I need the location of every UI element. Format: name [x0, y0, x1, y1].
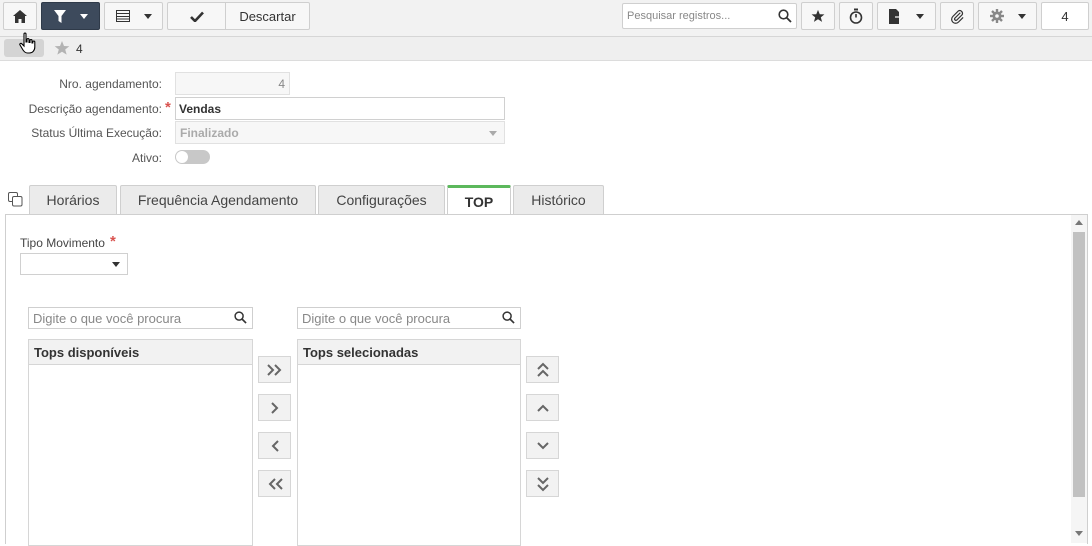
chevron-down-icon[interactable] — [1017, 13, 1026, 19]
breadcrumb-record-id: 4 — [76, 42, 83, 56]
selected-tops-search-input[interactable] — [298, 308, 498, 328]
chevron-down-icon[interactable] — [79, 13, 88, 19]
home-button[interactable] — [3, 2, 37, 30]
move-to-bottom-button[interactable] — [526, 470, 559, 497]
record-count-badge: 4 — [1041, 2, 1089, 30]
move-down-button[interactable] — [526, 432, 559, 459]
timer-button[interactable] — [839, 2, 873, 30]
filter-icon — [53, 9, 66, 23]
chevron-down-icon[interactable] — [143, 13, 152, 19]
export-button[interactable] — [877, 2, 936, 30]
move-right-button[interactable] — [258, 394, 291, 421]
search-icon[interactable] — [778, 9, 792, 23]
search-records-box — [622, 3, 797, 29]
selected-tops-list[interactable]: Tops selecionadas — [297, 339, 521, 546]
save-button[interactable] — [168, 11, 225, 22]
chevron-down-icon — [536, 441, 549, 449]
scroll-up-arrow-icon[interactable] — [1075, 220, 1083, 225]
search-input[interactable] — [623, 4, 773, 28]
scrollbar-thumb[interactable] — [1073, 232, 1085, 497]
status-ultima-execucao-value: Finalizado — [180, 126, 239, 140]
settings-button[interactable] — [978, 2, 1037, 30]
tab-horarios[interactable]: Horários — [29, 185, 117, 214]
star-icon — [811, 9, 825, 22]
tipo-movimento-select[interactable] — [20, 253, 128, 275]
cursor-hand-icon — [19, 32, 36, 54]
favorite-button[interactable] — [801, 2, 835, 30]
search-icon[interactable] — [234, 311, 247, 324]
check-icon — [189, 11, 204, 22]
double-chevron-up-icon — [536, 362, 549, 377]
selected-tops-header: Tops selecionadas — [298, 340, 520, 365]
descricao-agendamento-label: Descrição agendamento: — [28, 102, 162, 116]
ativo-label: Ativo: — [131, 151, 162, 165]
chevron-down-icon — [489, 131, 497, 136]
chevron-down-icon — [112, 262, 120, 267]
panel-scrollbar[interactable] — [1071, 215, 1087, 543]
tab-configuracoes[interactable]: Configurações — [318, 185, 445, 214]
chevron-right-icon — [270, 401, 278, 414]
nro-agendamento-label: Nro. agendamento: — [59, 77, 162, 91]
chevron-down-icon[interactable] — [916, 13, 924, 19]
scroll-down-arrow-icon[interactable] — [1075, 531, 1083, 536]
double-chevron-down-icon — [536, 476, 549, 491]
table-icon — [115, 10, 130, 22]
discard-button[interactable]: Descartar — [226, 9, 309, 24]
status-ultima-execucao-select: Finalizado — [175, 121, 505, 144]
double-chevron-right-icon — [266, 363, 281, 376]
available-tops-search — [28, 307, 253, 329]
required-marker: * — [165, 99, 171, 116]
available-tops-search-input[interactable] — [29, 308, 229, 328]
grid-view-button[interactable] — [104, 2, 163, 30]
tab-top[interactable]: TOP — [447, 185, 511, 215]
move-up-button[interactable] — [526, 394, 559, 421]
nro-agendamento-value: 4 — [278, 77, 285, 91]
tab-frequencia-agendamento[interactable]: Frequência Agendamento — [120, 185, 316, 214]
save-discard-group: Descartar — [167, 2, 310, 30]
filter-button[interactable] — [41, 2, 100, 30]
move-left-button[interactable] — [258, 432, 291, 459]
move-all-right-button[interactable] — [258, 356, 291, 383]
available-tops-header: Tops disponíveis — [29, 340, 252, 365]
file-export-icon — [889, 8, 902, 24]
tipo-movimento-label: Tipo Movimento — [20, 236, 105, 250]
stopwatch-icon — [849, 8, 863, 24]
breadcrumb: 4 — [0, 32, 1092, 61]
status-ultima-execucao-label: Status Última Execução: — [31, 126, 162, 140]
ativo-toggle[interactable] — [175, 150, 210, 164]
search-icon[interactable] — [502, 311, 515, 324]
move-all-left-button[interactable] — [258, 470, 291, 497]
main-toolbar: Descartar 4 — [0, 0, 1092, 37]
chevron-left-icon — [271, 439, 279, 452]
selected-tops-search — [297, 307, 521, 329]
star-icon[interactable] — [54, 40, 70, 56]
paperclip-icon — [950, 9, 964, 24]
home-icon — [13, 9, 27, 23]
nro-agendamento-field: 4 — [175, 72, 290, 95]
required-marker: * — [110, 233, 116, 250]
descricao-agendamento-value: Vendas — [179, 102, 222, 116]
double-chevron-left-icon — [268, 477, 283, 490]
move-to-top-button[interactable] — [526, 356, 559, 383]
attachment-button[interactable] — [940, 2, 974, 30]
tab-historico[interactable]: Histórico — [513, 185, 604, 214]
gear-icon — [989, 9, 1004, 23]
chevron-up-icon — [536, 404, 549, 412]
descricao-agendamento-field[interactable]: Vendas — [175, 97, 505, 120]
available-tops-list[interactable]: Tops disponíveis — [28, 339, 253, 546]
copy-icon[interactable] — [8, 192, 23, 207]
